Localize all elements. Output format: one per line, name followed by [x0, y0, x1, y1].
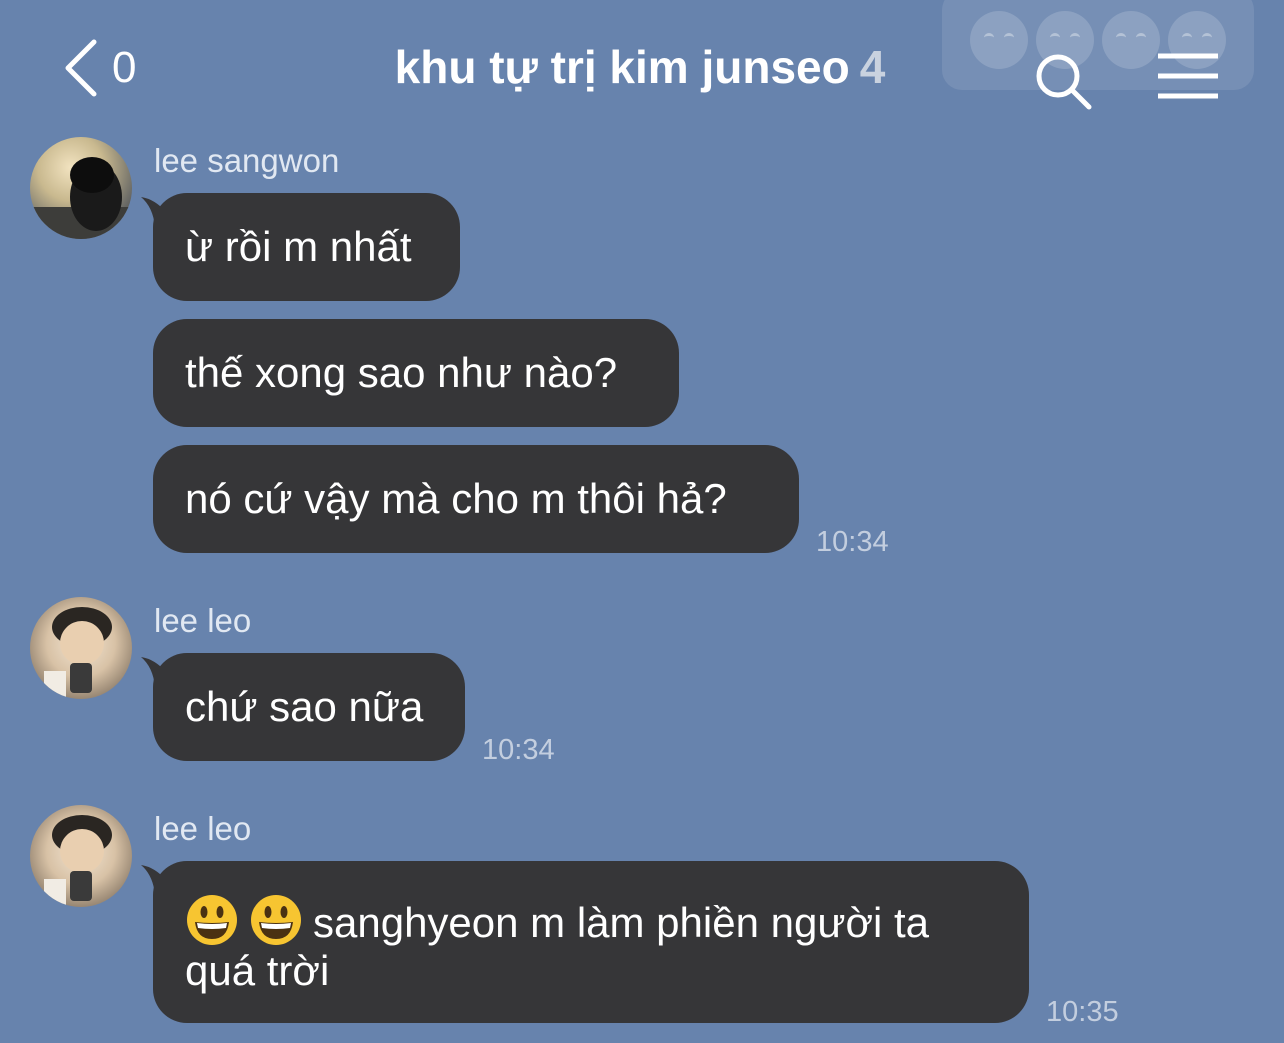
chat-title-text: khu tự trị kim junseo	[394, 41, 850, 93]
bubble-tail	[141, 865, 171, 895]
member-count: 4	[859, 41, 886, 93]
crying-emoji-icon	[1102, 11, 1160, 69]
chat-header: 0 khu tự trị kim junseo 4	[0, 0, 1284, 130]
message-timestamp: 10:34	[482, 734, 555, 766]
message-content: sanghyeon m làm phiền người ta quá trời	[185, 893, 997, 995]
crying-emoji-icon	[970, 11, 1028, 69]
message-text: chứ sao nữa	[185, 683, 424, 730]
message-text: nó cứ vậy mà cho m thôi hả?	[185, 475, 727, 522]
grinning-face-icon	[251, 895, 301, 945]
message-timestamp: 10:34	[816, 526, 889, 558]
profile-photo	[44, 607, 112, 699]
avatar[interactable]	[30, 805, 132, 907]
avatar[interactable]	[30, 597, 132, 699]
chat-title[interactable]: khu tự trị kim junseo 4	[330, 40, 950, 94]
unread-count: 0	[112, 43, 137, 92]
search-icon[interactable]	[1034, 52, 1094, 112]
profile-photo	[44, 815, 112, 907]
grinning-face-icon	[187, 895, 237, 945]
sender-name: lee leo	[154, 810, 252, 847]
bubble-tail	[141, 197, 171, 227]
message-timestamp: 10:35	[1046, 996, 1119, 1028]
chevron-left-icon	[65, 39, 97, 97]
message-text: thế xong sao như nào?	[185, 349, 618, 396]
sender-name: lee sangwon	[154, 142, 340, 179]
hamburger-menu-icon[interactable]	[1156, 52, 1220, 100]
message-bubble[interactable]: nó cứ vậy mà cho m thôi hả?	[153, 445, 799, 553]
message-bubble[interactable]: ừ rồi m nhất	[141, 193, 460, 301]
sender-name: lee leo	[154, 602, 252, 639]
back-button[interactable]: 0	[62, 36, 136, 100]
message-bubble[interactable]: chứ sao nữa	[141, 653, 465, 761]
profile-photo	[30, 157, 132, 239]
message-bubble[interactable]: sanghyeon m làm phiền người ta quá trời	[141, 861, 1029, 1023]
message-bubble[interactable]: thế xong sao như nào?	[153, 319, 679, 427]
bubble-tail	[141, 657, 171, 687]
avatar[interactable]	[30, 137, 132, 239]
message-text: ừ rồi m nhất	[185, 223, 412, 270]
